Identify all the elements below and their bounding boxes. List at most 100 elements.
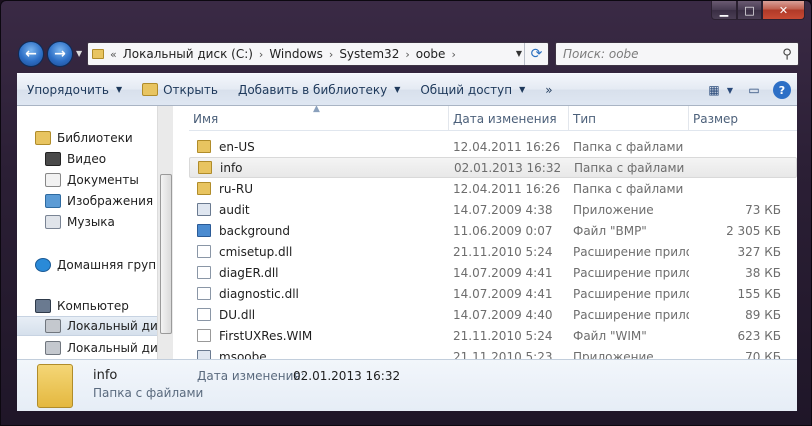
file-name: FirstUXRes.WIM xyxy=(219,328,313,343)
arrow-left-icon: ← xyxy=(25,46,37,62)
table-row[interactable]: FirstUXRes.WIM 21.11.2010 5:24 Файл "WIM… xyxy=(189,325,797,346)
file-name-cell: cmisetup.dll xyxy=(189,245,449,259)
share-button[interactable]: Общий доступ ▼ xyxy=(410,74,535,105)
scrollbar-thumb[interactable] xyxy=(160,174,172,334)
column-date[interactable]: Дата изменения xyxy=(449,106,569,131)
file-name: background xyxy=(219,223,290,238)
back-button[interactable]: ← xyxy=(18,41,44,67)
nav-item-video[interactable]: Видео xyxy=(17,149,173,169)
images-icon xyxy=(45,194,61,208)
file-type: Приложение xyxy=(573,202,654,217)
table-row[interactable]: diagER.dll 14.07.2009 4:41 Расширение пр… xyxy=(189,262,797,283)
file-name: ru-RU xyxy=(219,181,253,196)
share-label: Общий доступ xyxy=(420,82,513,97)
search-box[interactable]: Поиск: oobe ⚲ xyxy=(555,42,799,66)
minimize-button[interactable]: ▁ xyxy=(711,1,737,20)
breadcrumb-separator[interactable]: › xyxy=(329,48,333,61)
folder-icon xyxy=(37,364,73,408)
preview-pane-icon[interactable]: ▭ xyxy=(743,80,765,100)
table-row[interactable]: ru-RU 12.04.2011 16:26 Папка с файлами xyxy=(189,178,797,199)
file-type: Файл "BMP" xyxy=(573,223,647,238)
add-to-library-button[interactable]: Добавить в библиотеку ▼ xyxy=(228,74,410,105)
recent-pages-dropdown[interactable]: ▼ xyxy=(76,49,82,58)
file-name: msoobe xyxy=(219,349,267,360)
nav-item-local-disk-c[interactable]: Локальный диск (C:) xyxy=(17,316,173,336)
organize-label: Упорядочить xyxy=(27,82,109,97)
column-date-label: Дата изменения xyxy=(453,111,557,126)
dll-icon xyxy=(197,287,211,300)
nav-item-music[interactable]: Музыка xyxy=(17,212,173,232)
navigation-row: ← → ▼ « Локальный диск (C:) › Windows › … xyxy=(1,37,811,71)
computer-icon xyxy=(35,299,51,313)
file-name-cell: ru-RU xyxy=(189,182,449,196)
navigation-pane: Библиотеки Видео Документы Изображения М… xyxy=(17,106,173,359)
forward-button[interactable]: → xyxy=(47,41,73,67)
address-bar[interactable]: « Локальный диск (C:) › Windows › System… xyxy=(87,42,549,66)
address-history-dropdown[interactable]: ▼ xyxy=(516,49,522,58)
file-size: 73 КБ xyxy=(745,202,781,217)
open-button[interactable]: Открыть xyxy=(132,74,228,105)
nav-item-homegroup[interactable]: Домашняя группа xyxy=(17,255,173,275)
table-row-selected[interactable]: info 02.01.2013 16:32 Папка с файлами xyxy=(189,157,797,178)
maximize-button[interactable]: □ xyxy=(737,1,762,20)
nav-item-label: Документы xyxy=(67,173,139,187)
more-commands-label: » xyxy=(545,82,553,97)
folder-icon xyxy=(198,161,212,174)
column-name[interactable]: Имя ▲ xyxy=(189,106,449,131)
help-icon[interactable]: ? xyxy=(773,81,791,99)
file-type: Папка с файлами xyxy=(573,181,684,196)
file-type: Файл "WIM" xyxy=(573,328,647,343)
address-overflow-chevron[interactable]: « xyxy=(110,48,117,61)
add-to-library-label: Добавить в библиотеку xyxy=(237,82,388,97)
breadcrumb-oobe[interactable]: oobe xyxy=(416,47,446,61)
file-size: 155 КБ xyxy=(737,286,781,301)
content-area: Библиотеки Видео Документы Изображения М… xyxy=(17,106,797,359)
file-date: 14.07.2009 4:38 xyxy=(453,202,553,217)
nav-item-local-disk-d[interactable]: Локальный диск (D:) xyxy=(17,338,173,358)
breadcrumb-separator[interactable]: › xyxy=(451,48,455,61)
table-row[interactable]: background 11.06.2009 0:07 Файл "BMP" 2 … xyxy=(189,220,797,241)
details-pane: info Папка с файлами Дата изменения: 02.… xyxy=(17,359,797,411)
search-icon[interactable]: ⚲ xyxy=(776,47,798,62)
breadcrumb-separator[interactable]: › xyxy=(259,48,263,61)
nav-item-computer[interactable]: Компьютер xyxy=(17,296,173,316)
search-input[interactable]: Поиск: oobe xyxy=(563,47,776,61)
pane-splitter[interactable] xyxy=(173,106,187,359)
more-commands-button[interactable]: » xyxy=(535,74,562,105)
table-row[interactable]: DU.dll 14.07.2009 4:40 Расширение прилож… xyxy=(189,304,797,325)
dll-icon xyxy=(197,245,211,258)
table-row[interactable]: diagnostic.dll 14.07.2009 4:41 Расширени… xyxy=(189,283,797,304)
file-name: en-US xyxy=(219,139,255,154)
navigation-scrollbar[interactable] xyxy=(157,106,173,359)
file-type: Приложение xyxy=(573,349,654,360)
breadcrumb-windows[interactable]: Windows xyxy=(269,47,323,61)
table-row[interactable]: en-US 12.04.2011 16:26 Папка с файлами xyxy=(189,136,797,157)
arrow-right-icon: → xyxy=(54,46,66,62)
column-size-label: Размер xyxy=(693,111,739,126)
sort-up-icon: ▲ xyxy=(313,106,320,114)
organize-button[interactable]: Упорядочить ▼ xyxy=(17,74,132,105)
close-button[interactable]: ✕ xyxy=(762,1,805,20)
file-rows: en-US 12.04.2011 16:26 Папка с файлами i… xyxy=(189,136,797,359)
application-icon xyxy=(197,203,211,216)
breadcrumb-system32[interactable]: System32 xyxy=(339,47,399,61)
breadcrumb-local-disk[interactable]: Локальный диск (C:) xyxy=(123,47,253,61)
file-date: 14.07.2009 4:41 xyxy=(453,286,553,301)
breadcrumb-separator[interactable]: › xyxy=(405,48,409,61)
details-modified-label: Дата изменения: xyxy=(197,369,305,383)
refresh-icon: ⟳ xyxy=(530,46,543,62)
column-size[interactable]: Размер xyxy=(689,106,797,131)
nav-item-libraries[interactable]: Библиотеки xyxy=(17,128,173,148)
refresh-button[interactable]: ⟳ xyxy=(524,43,548,65)
file-name: DU.dll xyxy=(219,307,256,322)
file-size: 89 КБ xyxy=(745,307,781,322)
chevron-down-icon[interactable]: ▼ xyxy=(725,80,735,100)
nav-item-documents[interactable]: Документы xyxy=(17,170,173,190)
view-options-icon[interactable]: ▦ xyxy=(703,80,725,100)
table-row[interactable]: cmisetup.dll 21.11.2010 5:24 Расширение … xyxy=(189,241,797,262)
column-type[interactable]: Тип xyxy=(569,106,689,131)
table-row[interactable]: audit 14.07.2009 4:38 Приложение 73 КБ xyxy=(189,199,797,220)
table-row[interactable]: msoobe 21.11.2010 5:23 Приложение 70 КБ xyxy=(189,346,797,359)
file-name-cell: diagER.dll xyxy=(189,266,449,280)
nav-item-images[interactable]: Изображения xyxy=(17,191,173,211)
